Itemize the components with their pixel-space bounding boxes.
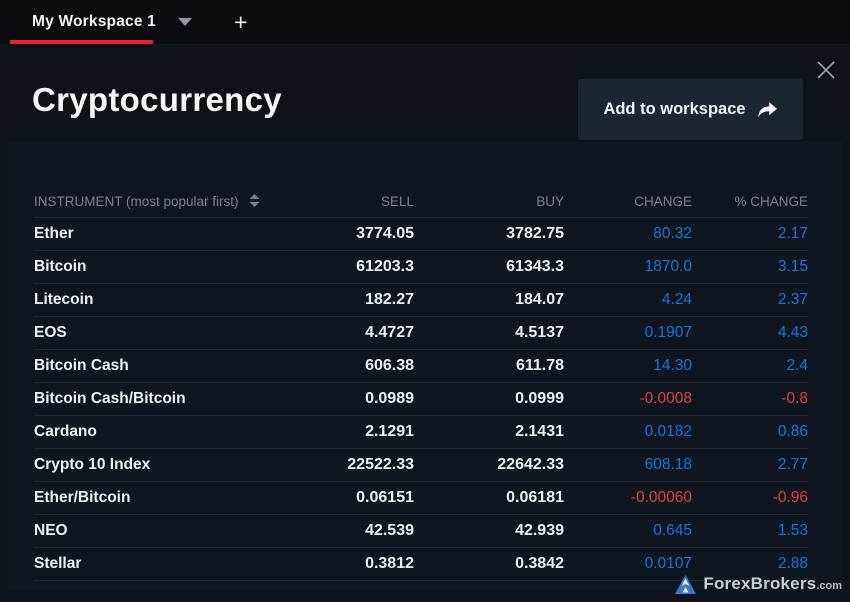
column-header-buy[interactable]: BUY	[414, 187, 564, 217]
sell-price[interactable]: 0.3812	[294, 547, 414, 580]
buy-price[interactable]: 0.06181	[414, 481, 564, 514]
instrument-name[interactable]: EOS	[34, 316, 294, 349]
change-value: 1870.0	[564, 250, 692, 283]
table-row[interactable]: Bitcoin61203.361343.31870.03.15	[34, 250, 808, 283]
workspace-tab-label: My Workspace 1	[32, 13, 156, 31]
buy-price[interactable]: 2.1431	[414, 415, 564, 448]
change-value: 80.32	[564, 217, 692, 250]
change-value: 608.18	[564, 448, 692, 481]
table-row[interactable]: Ether3774.053782.7580.322.17	[34, 217, 808, 250]
change-value: 0.0182	[564, 415, 692, 448]
pct-change-value: 2.37	[692, 283, 808, 316]
pct-change-value: 2.88	[692, 547, 808, 580]
buy-price[interactable]: 0.0999	[414, 382, 564, 415]
close-button[interactable]	[814, 58, 838, 82]
sell-price[interactable]: 42.539	[294, 514, 414, 547]
table-row[interactable]: Stellar0.38120.38420.01072.88	[34, 547, 808, 580]
instrument-name[interactable]: Bitcoin Cash/Bitcoin	[34, 382, 294, 415]
buy-price[interactable]: 184.07	[414, 283, 564, 316]
instrument-name[interactable]: NEO	[34, 514, 294, 547]
pct-change-value: 3.15	[692, 250, 808, 283]
sort-icon[interactable]	[249, 194, 260, 210]
pct-change-value: 1.53	[692, 514, 808, 547]
sell-price[interactable]: 22522.33	[294, 448, 414, 481]
sell-price[interactable]: 0.0989	[294, 382, 414, 415]
buy-price[interactable]: 0.3842	[414, 547, 564, 580]
pct-change-value: 2.17	[692, 217, 808, 250]
sell-price[interactable]: 4.4727	[294, 316, 414, 349]
buy-price[interactable]: 22642.33	[414, 448, 564, 481]
change-value: -0.00060	[564, 481, 692, 514]
instrument-name[interactable]: Ether/Bitcoin	[34, 481, 294, 514]
instrument-name[interactable]: Ether	[34, 217, 294, 250]
instrument-name[interactable]: Bitcoin	[34, 250, 294, 283]
sell-price[interactable]: 182.27	[294, 283, 414, 316]
pct-change-value: -0.8	[692, 382, 808, 415]
table-row[interactable]: Cardano2.12912.14310.01820.86	[34, 415, 808, 448]
sell-price[interactable]: 606.38	[294, 349, 414, 382]
quotes-panel: INSTRUMENT (most popular first) SELL BUY…	[8, 141, 842, 591]
column-header-change[interactable]: CHANGE	[564, 187, 692, 217]
instrument-name[interactable]: Litecoin	[34, 283, 294, 316]
sell-price[interactable]: 0.06151	[294, 481, 414, 514]
pct-change-value: 2.77	[692, 448, 808, 481]
buy-price[interactable]: 3782.75	[414, 217, 564, 250]
add-workspace-tab-button[interactable]: +	[226, 7, 255, 38]
pct-change-value: -0.96	[692, 481, 808, 514]
table-row[interactable]: Crypto 10 Index22522.3322642.33608.182.7…	[34, 448, 808, 481]
column-header-instrument[interactable]: INSTRUMENT (most popular first)	[34, 187, 294, 217]
workspace-tab-bar: My Workspace 1 +	[0, 0, 850, 44]
add-to-workspace-label: Add to workspace	[603, 100, 745, 119]
chevron-down-icon[interactable]	[178, 18, 192, 26]
change-value: 0.0107	[564, 547, 692, 580]
buy-price[interactable]: 42.939	[414, 514, 564, 547]
cryptocurrency-panel: Cryptocurrency Add to workspace INSTRUME…	[0, 44, 850, 602]
change-value: 14.30	[564, 349, 692, 382]
table-header-row: INSTRUMENT (most popular first) SELL BUY…	[34, 187, 808, 217]
change-value: -0.0008	[564, 382, 692, 415]
sell-price[interactable]: 3774.05	[294, 217, 414, 250]
table-row[interactable]: EOS4.47274.51370.19074.43	[34, 316, 808, 349]
pct-change-value: 0.86	[692, 415, 808, 448]
table-row[interactable]: Bitcoin Cash/Bitcoin0.09890.0999-0.0008-…	[34, 382, 808, 415]
sell-price[interactable]: 61203.3	[294, 250, 414, 283]
instrument-name[interactable]: Cardano	[34, 415, 294, 448]
instrument-name[interactable]: Crypto 10 Index	[34, 448, 294, 481]
instrument-table-body: Ether3774.053782.7580.322.17Bitcoin61203…	[34, 217, 808, 580]
share-arrow-icon	[757, 101, 778, 119]
change-value: 0.645	[564, 514, 692, 547]
workspace-tab[interactable]: My Workspace 1	[0, 0, 192, 44]
pct-change-value: 2.4	[692, 349, 808, 382]
table-row[interactable]: Litecoin182.27184.074.242.37	[34, 283, 808, 316]
column-header-sell[interactable]: SELL	[294, 187, 414, 217]
table-row[interactable]: Bitcoin Cash606.38611.7814.302.4	[34, 349, 808, 382]
change-value: 4.24	[564, 283, 692, 316]
column-header-pct-change[interactable]: % CHANGE	[692, 187, 808, 217]
instrument-name[interactable]: Stellar	[34, 547, 294, 580]
instrument-table: INSTRUMENT (most popular first) SELL BUY…	[34, 187, 808, 581]
instrument-name[interactable]: Bitcoin Cash	[34, 349, 294, 382]
buy-price[interactable]: 61343.3	[414, 250, 564, 283]
change-value: 0.1907	[564, 316, 692, 349]
buy-price[interactable]: 4.5137	[414, 316, 564, 349]
add-to-workspace-button[interactable]: Add to workspace	[578, 79, 803, 140]
column-header-instrument-label: INSTRUMENT (most popular first)	[34, 194, 239, 209]
page-title: Cryptocurrency	[32, 81, 282, 119]
buy-price[interactable]: 611.78	[414, 349, 564, 382]
sell-price[interactable]: 2.1291	[294, 415, 414, 448]
pct-change-value: 4.43	[692, 316, 808, 349]
table-row[interactable]: NEO42.53942.9390.6451.53	[34, 514, 808, 547]
table-row[interactable]: Ether/Bitcoin0.061510.06181-0.00060-0.96	[34, 481, 808, 514]
close-icon	[814, 58, 838, 82]
